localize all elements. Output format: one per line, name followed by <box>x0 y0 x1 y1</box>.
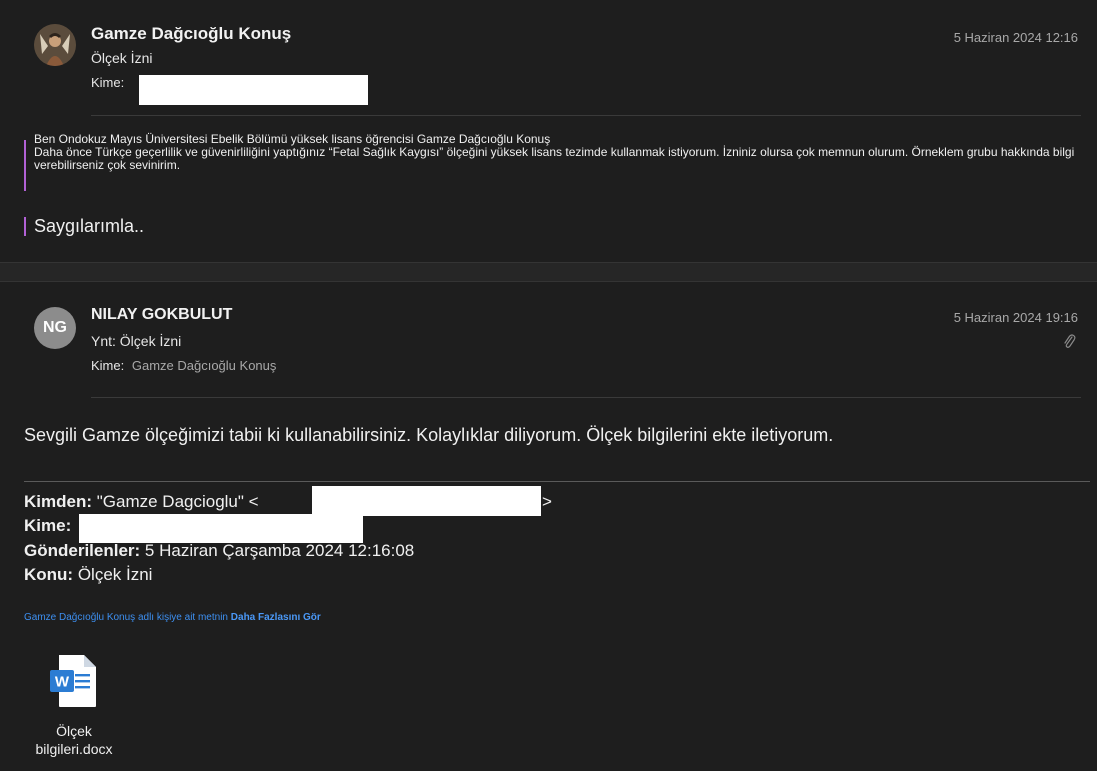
signoff-text: Saygılarımla.. <box>34 216 145 236</box>
message-separator <box>0 262 1097 282</box>
body-line: Daha önce Türkçe geçerlilik ve güvenirli… <box>34 145 1075 172</box>
reply-body: Sevgili Gamze ölçeğimizi tabii ki kullan… <box>24 425 834 445</box>
forwarded-sent-line: Gönderilenler: 5 Haziran Çarşamba 2024 1… <box>24 541 414 561</box>
from-label: Kimden: <box>24 492 92 511</box>
quote-bar <box>24 217 26 236</box>
forwarded-from-line: Kimden: "Gamze Dagcioglu" < <box>24 492 259 512</box>
subject-value: Ölçek İzni <box>77 565 153 584</box>
redacted-recipient <box>139 75 368 105</box>
subject-label: Konu: <box>24 565 74 584</box>
sender-name: Gamze Dağcıoğlu Konuş <box>91 24 292 43</box>
message-subject: Ynt: Ölçek İzni <box>91 333 182 349</box>
attachment-name-line: bilgileri.docx <box>35 741 113 757</box>
sender-name: NILAY GOKBULUT <box>91 306 233 323</box>
message-date: 5 Haziran 2024 12:16 <box>953 30 1078 45</box>
redacted-recipient <box>79 514 363 543</box>
header-divider <box>91 397 1081 398</box>
from-close-bracket: > <box>542 492 552 511</box>
from-name: "Gamze Dagcioglu" < <box>96 492 259 511</box>
sent-label: Gönderilenler: <box>24 541 141 560</box>
sender-avatar[interactable]: NG <box>34 307 76 349</box>
header-divider <box>91 115 1081 116</box>
sent-value: 5 Haziran Çarşamba 2024 12:16:08 <box>144 541 415 560</box>
attachment-name[interactable]: Ölçek bilgileri.docx <box>14 722 134 758</box>
message-body: Ben Ondokuz Mayıs Üniversitesi Ebelik Bö… <box>34 133 1084 172</box>
word-document-icon[interactable]: W <box>49 654 99 708</box>
mail-thread-view: Gamze Dağcıoğlu Konuş Ölçek İzni Kime: 5… <box>0 0 1097 771</box>
forwarded-divider <box>24 481 1090 482</box>
see-more-line: Gamze Dağcıoğlu Konuş adlı kişiye ait me… <box>24 612 321 623</box>
quote-bar <box>24 140 26 191</box>
message-date: 5 Haziran 2024 19:16 <box>953 310 1078 325</box>
forwarded-subject-line: Konu: Ölçek İzni <box>24 565 152 585</box>
forwarded-to-line: Kime: <box>24 516 71 536</box>
attachment-name-line: Ölçek <box>56 723 92 739</box>
message-1[interactable]: Gamze Dağcıoğlu Konuş Ölçek İzni Kime: 5… <box>0 0 1097 262</box>
svg-text:W: W <box>55 674 70 691</box>
to-label: Kime: <box>91 75 125 90</box>
to-line: Kime: Gamze Dağcıoğlu Konuş <box>91 358 276 373</box>
to-label: Kime: <box>24 516 72 535</box>
message-subject: Ölçek İzni <box>91 50 153 66</box>
see-more-text: Gamze Dağcıoğlu Konuş adlı kişiye ait me… <box>24 612 228 623</box>
recipient-name[interactable]: Gamze Dağcıoğlu Konuş <box>132 358 277 373</box>
redacted-email <box>312 486 541 516</box>
paperclip-icon[interactable] <box>1062 333 1076 349</box>
to-label: Kime: <box>91 358 125 373</box>
see-more-link[interactable]: Daha Fazlasını Gör <box>231 612 321 623</box>
sender-avatar[interactable] <box>34 24 76 66</box>
